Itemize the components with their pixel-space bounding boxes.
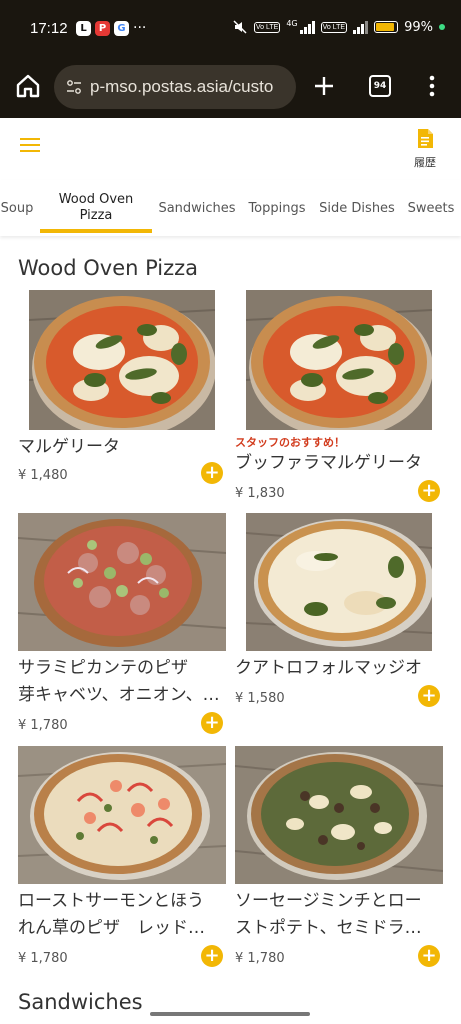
item-price: ¥ 1,780: [235, 951, 285, 966]
menu-item-card[interactable]: ローストサーモンとほう れん草のピザ レッド… ¥ 1,780 +: [18, 746, 228, 971]
mute-icon: [233, 20, 247, 34]
item-price: ¥ 1,830: [235, 486, 285, 501]
item-price: ¥ 1,580: [235, 691, 285, 706]
browser-menu-icon[interactable]: [424, 73, 440, 99]
more-notifications-icon: ···: [133, 20, 147, 36]
next-section-title: Sandwiches: [18, 990, 143, 1014]
pizza-photo: [235, 746, 443, 884]
status-time: 17:12: [30, 20, 68, 37]
url-text: p-mso.postas.asia/custo: [90, 77, 274, 96]
pizza-photo: [18, 513, 226, 651]
status-bar: 17:12 L P G ··· Vo LTE 4G Vo LTE 99%: [0, 0, 461, 58]
menu-item-card[interactable]: マルゲリータ ¥ 1,480 +: [18, 290, 228, 490]
tab-sandwiches[interactable]: Sandwiches: [156, 180, 238, 236]
item-price: ¥ 1,780: [18, 951, 68, 966]
tab-wood-oven-pizza[interactable]: Wood Oven Pizza: [40, 180, 152, 236]
tab-toppings[interactable]: Toppings: [244, 180, 310, 236]
status-app-icons: L P G ···: [76, 21, 146, 36]
add-to-cart-button[interactable]: +: [418, 480, 440, 502]
item-price: ¥ 1,480: [18, 468, 68, 483]
menu-item-card[interactable]: スタッフのおすすめ！ ブッファラマルゲリータ ¥ 1,830 +: [235, 290, 445, 508]
item-name: クアトロフォルマッジオ: [235, 658, 422, 678]
add-to-cart-button[interactable]: +: [201, 462, 223, 484]
item-name: ローストサーモンとほう れん草のピザ レッド…: [18, 891, 205, 938]
battery-percent: 99%: [404, 19, 433, 35]
hamburger-menu-icon[interactable]: [20, 138, 40, 152]
menu-item-card[interactable]: サラミピカンテのピザ 芽キャベツ、オニオン、… ¥ 1,780 +: [18, 513, 228, 738]
add-to-cart-button[interactable]: +: [418, 945, 440, 967]
section-title: Wood Oven Pizza: [18, 256, 199, 280]
app-header: 履歴: [0, 118, 461, 180]
item-price: ¥ 1,780: [18, 718, 68, 733]
status-indicators: Vo LTE 4G Vo LTE 99%: [232, 19, 445, 35]
volte-badge: Vo LTE: [253, 21, 281, 33]
item-name: ソーセージミンチとロー ストポテト、セミドラ…: [235, 891, 422, 938]
signal-icon-2: [353, 20, 369, 34]
history-button[interactable]: 履歴: [408, 128, 442, 170]
pizza-photo: [246, 513, 432, 651]
menu-item-card[interactable]: ソーセージミンチとロー ストポテト、セミドラ… ¥ 1,780 +: [235, 746, 445, 971]
tab-switcher-button[interactable]: 94: [369, 75, 391, 97]
volte-badge-2: Vo LTE: [320, 21, 348, 33]
gesture-nav-bar[interactable]: [150, 1012, 310, 1016]
tab-side-dishes[interactable]: Side Dishes: [318, 180, 396, 236]
item-name: マルゲリータ: [18, 437, 120, 457]
item-name: サラミピカンテのピザ 芽キャベツ、オニオン、…: [18, 658, 220, 705]
tab-soup[interactable]: Soup: [0, 180, 34, 236]
line-app-icon: L: [76, 21, 91, 36]
active-tab-indicator: [40, 229, 152, 233]
new-tab-icon[interactable]: [311, 73, 337, 99]
pizza-photo: [246, 290, 432, 430]
google-app-icon: G: [114, 21, 129, 36]
signal-icon: [299, 20, 315, 34]
add-to-cart-button[interactable]: +: [201, 945, 223, 967]
item-name: ブッファラマルゲリータ: [235, 453, 422, 473]
document-icon: [418, 129, 433, 148]
browser-toolbar: p-mso.postas.asia/custo 94: [0, 58, 461, 118]
pizza-photo: [29, 290, 215, 430]
url-field[interactable]: p-mso.postas.asia/custo: [54, 65, 296, 109]
site-settings-icon[interactable]: [66, 79, 82, 95]
battery-icon: [374, 21, 399, 33]
menu-item-card[interactable]: クアトロフォルマッジオ ¥ 1,580 +: [235, 513, 445, 713]
network-type: 4G: [286, 18, 298, 28]
battery-fill: [376, 23, 394, 31]
add-to-cart-button[interactable]: +: [201, 712, 223, 734]
home-icon[interactable]: [14, 72, 42, 100]
add-to-cart-button[interactable]: +: [418, 685, 440, 707]
tab-sweets[interactable]: Sweets: [403, 180, 459, 236]
pizza-photo: [18, 746, 226, 884]
paypay-app-icon: P: [95, 21, 110, 36]
category-tabs: Soup Wood Oven Pizza Sandwiches Toppings…: [0, 180, 461, 236]
recommend-badge: スタッフのおすすめ！: [235, 436, 345, 449]
history-label: 履歴: [414, 156, 436, 169]
camera-dot-indicator: [439, 24, 445, 30]
